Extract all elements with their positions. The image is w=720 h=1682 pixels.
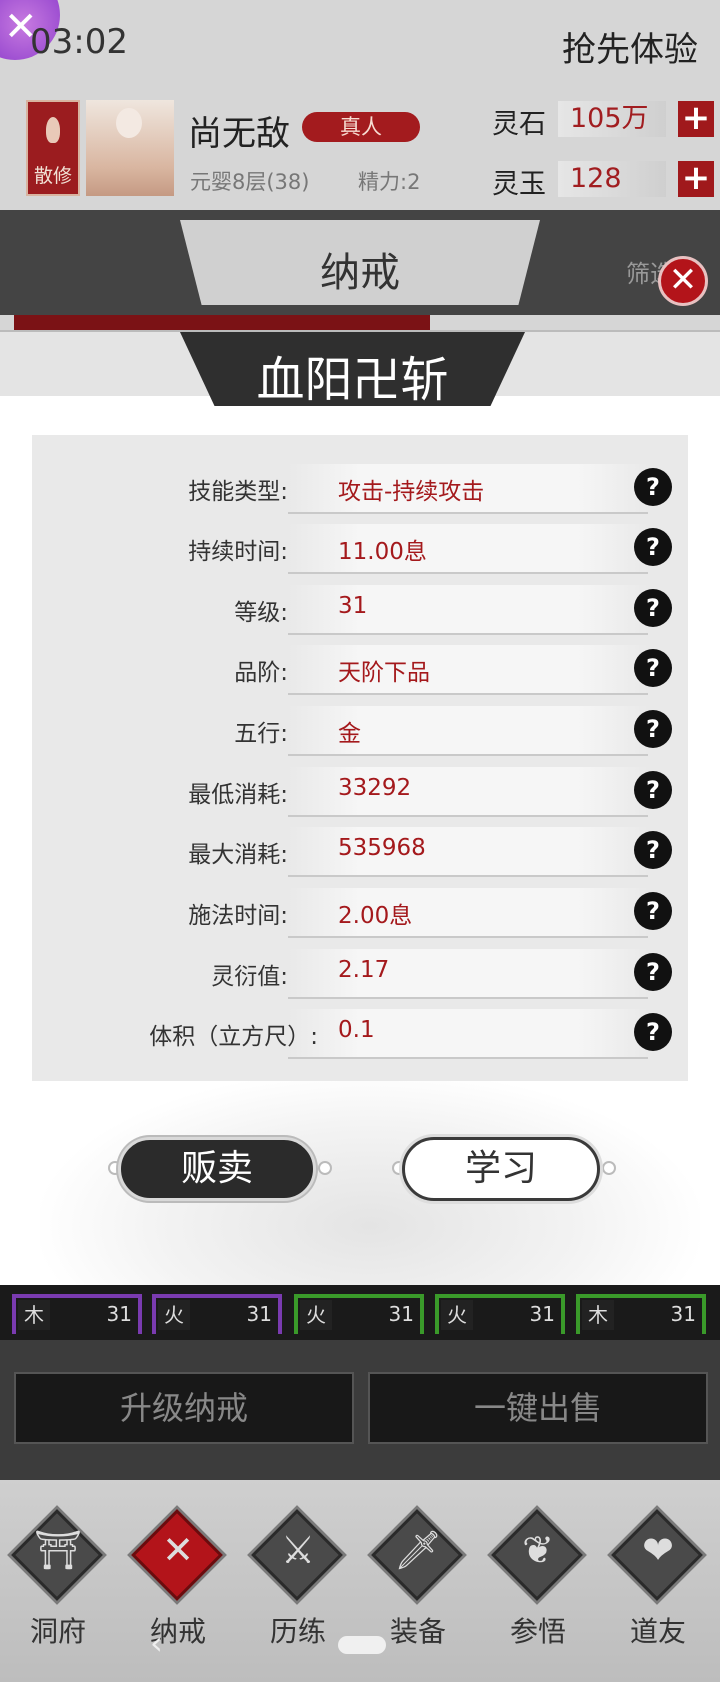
attr-label: 体积（立方尺）: xyxy=(149,1024,318,1050)
item-level: 31 xyxy=(529,1302,555,1326)
background-strip xyxy=(14,315,430,331)
attr-value: 2.17 xyxy=(338,957,390,983)
attr-row: 最大消耗: 535968 ? xyxy=(32,823,688,883)
attr-label: 等级: xyxy=(234,600,288,626)
spirit-stone-value: 105万 xyxy=(558,101,666,137)
swords-icon: ⚔ xyxy=(280,1528,316,1572)
item-level: 31 xyxy=(106,1302,132,1326)
attr-row: 体积（立方尺）: 0.1 ? xyxy=(32,1005,688,1065)
skill-name: 血阳卍斩 xyxy=(256,352,449,408)
spirit-jade-label: 灵玉 xyxy=(492,169,546,200)
attr-value: 11.00息 xyxy=(338,539,427,565)
help-icon[interactable]: ? xyxy=(634,1013,672,1051)
item-level: 31 xyxy=(388,1302,414,1326)
help-icon[interactable]: ? xyxy=(634,892,672,930)
help-icon[interactable]: ? xyxy=(634,528,672,566)
attr-label: 技能类型: xyxy=(188,479,288,505)
nav-item-insight[interactable]: ❦ 参悟 xyxy=(482,1500,594,1670)
attr-value: 2.00息 xyxy=(338,903,413,929)
attr-row: 五行: 金 ? xyxy=(32,702,688,762)
nav-label: 洞府 xyxy=(29,1615,86,1648)
item-slot[interactable]: 火 31 xyxy=(152,1294,282,1334)
early-access-button[interactable]: 抢先体验 xyxy=(562,22,698,71)
nav-label: 纳戒 xyxy=(149,1615,206,1648)
attr-row: 最低消耗: 33292 ? xyxy=(32,763,688,823)
help-icon[interactable]: ? xyxy=(634,953,672,991)
attr-label: 五行: xyxy=(234,721,288,747)
attr-value: 天阶下品 xyxy=(338,660,430,686)
learn-button[interactable]: 学习 xyxy=(402,1137,600,1201)
attr-value: 金 xyxy=(338,721,361,747)
home-indicator[interactable] xyxy=(338,1636,386,1654)
handshake-icon: ❤ xyxy=(642,1528,674,1572)
item-level: 31 xyxy=(670,1302,696,1326)
item-slot[interactable]: 木 31 xyxy=(12,1294,142,1334)
player-name: 尚无敌 xyxy=(188,114,290,154)
lotus-icon xyxy=(38,117,68,147)
element-tag: 火 xyxy=(300,1300,332,1330)
attr-value: 535968 xyxy=(338,835,426,861)
help-icon[interactable]: ? xyxy=(634,831,672,869)
close-icon[interactable]: ✕ xyxy=(658,256,708,306)
attribute-panel: 技能类型: 攻击-持续攻击 ? 持续时间: 11.00息 ? 等级: 31 ? … xyxy=(32,435,688,1081)
attr-label: 持续时间: xyxy=(188,539,288,565)
spirit-stone-label: 灵石 xyxy=(492,109,546,140)
sell-all-button[interactable]: 一键出售 xyxy=(368,1372,708,1444)
sect-badge: 散修 xyxy=(26,100,80,196)
upgrade-ring-button[interactable]: 升级纳戒 xyxy=(14,1372,354,1444)
button-ornament xyxy=(602,1161,616,1175)
attr-row: 等级: 31 ? xyxy=(32,581,688,641)
add-spirit-jade-button[interactable]: + xyxy=(678,161,714,197)
attr-value: 0.1 xyxy=(338,1017,375,1043)
item-slot[interactable]: 火 31 xyxy=(435,1294,565,1334)
attr-label: 灵衍值: xyxy=(211,964,288,990)
attr-value: 攻击-持续攻击 xyxy=(338,479,485,505)
nav-label: 参悟 xyxy=(509,1615,566,1648)
attr-row: 持续时间: 11.00息 ? xyxy=(32,520,688,580)
element-tag: 火 xyxy=(158,1300,190,1330)
help-icon[interactable]: ? xyxy=(634,589,672,627)
back-chevron-icon[interactable]: ‹ xyxy=(150,1624,163,1662)
skill-detail-modal: 血阳卍斩 技能类型: 攻击-持续攻击 ? 持续时间: 11.00息 ? 等级: … xyxy=(0,330,720,1285)
nav-label: 道友 xyxy=(629,1615,686,1648)
add-spirit-stone-button[interactable]: + xyxy=(678,101,714,137)
help-icon[interactable]: ? xyxy=(634,468,672,506)
energy-value: 精力:2 xyxy=(358,170,421,194)
attr-value: 31 xyxy=(338,593,368,619)
help-icon[interactable]: ? xyxy=(634,771,672,809)
button-ornament xyxy=(318,1161,332,1175)
item-slot[interactable]: 火 31 xyxy=(294,1294,424,1334)
background-panel-title: 纳戒 xyxy=(320,250,400,296)
help-icon[interactable]: ? xyxy=(634,710,672,748)
nav-item-cave[interactable]: ⛩ 洞府 xyxy=(2,1500,114,1670)
nav-item-friends[interactable]: ❤ 道友 xyxy=(602,1500,714,1670)
sell-button[interactable]: 贩卖 xyxy=(118,1137,316,1201)
element-tag: 木 xyxy=(582,1300,614,1330)
sect-label: 散修 xyxy=(33,165,72,187)
attr-label: 最低消耗: xyxy=(188,782,288,808)
rank-badge: 真人 xyxy=(302,112,420,142)
cave-icon: ⛩ xyxy=(33,1528,83,1572)
item-level: 31 xyxy=(246,1302,272,1326)
spirit-jade-value: 128 xyxy=(558,161,666,197)
element-tag: 木 xyxy=(18,1300,50,1330)
book-icon: ❦ xyxy=(522,1528,554,1572)
attr-label: 施法时间: xyxy=(188,903,288,929)
attr-row: 品阶: 天阶下品 ? xyxy=(32,641,688,701)
element-tag: 火 xyxy=(441,1300,473,1330)
ring-icon: ✕ xyxy=(162,1528,194,1572)
attr-value: 33292 xyxy=(338,775,412,801)
attr-row: 灵衍值: 2.17 ? xyxy=(32,945,688,1005)
help-icon[interactable]: ? xyxy=(634,649,672,687)
nav-item-ring[interactable]: ✕ 纳戒 xyxy=(122,1500,234,1670)
avatar[interactable] xyxy=(86,100,174,196)
attr-row: 技能类型: 攻击-持续攻击 ? xyxy=(32,460,688,520)
attr-row: 施法时间: 2.00息 ? xyxy=(32,884,688,944)
dagger-icon: 🗡 xyxy=(393,1528,443,1572)
realm-level: 元婴8层(38) xyxy=(190,170,310,194)
attr-label: 最大消耗: xyxy=(188,842,288,868)
attr-label: 品阶: xyxy=(234,660,288,686)
item-slot[interactable]: 木 31 xyxy=(576,1294,706,1334)
status-time: 03:02 xyxy=(30,22,128,62)
